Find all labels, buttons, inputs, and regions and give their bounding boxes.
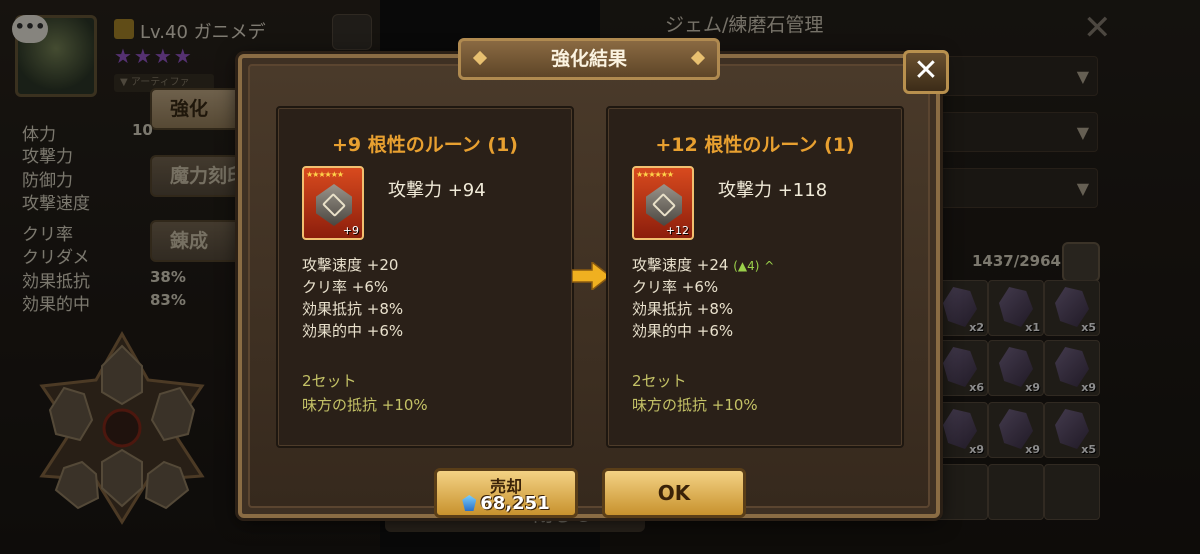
rune-icon-after: ★★★★★★ +12 [632,166,694,240]
upgrade-note: (▲4) [733,259,760,273]
sell-price-value: 68,251 [480,493,550,514]
main-stat-after: 攻撃力 +118 [718,180,828,201]
rune-stars: ★★★★★★ [306,170,344,179]
sub-stat: 効果抵抗 +8% [302,300,404,318]
dialog-close-button[interactable]: ✕ [903,50,949,94]
rune-shape-icon [646,184,682,226]
gem-ornament-icon [472,50,488,66]
ok-label: OK [657,481,691,505]
rune-card-before: +9 根性のルーン (1) ★★★★★★ +9 攻撃力 +94 攻撃速度 +20… [276,106,574,448]
sub-stat: 効果抵抗 +8% [632,300,734,318]
gem-ornament-icon [690,50,706,66]
set-name: 2セット [632,372,687,390]
rune-level-badge: +9 [342,224,359,237]
close-icon: ✕ [913,53,939,88]
crystal-icon [462,495,477,511]
ok-button[interactable]: OK [602,468,746,518]
rune-level-badge: +12 [665,224,689,237]
rune-shape-icon [316,184,352,226]
sub-stat: 効果的中 +6% [302,322,404,340]
sub-stat: クリ率 +6% [632,278,719,296]
sub-stat: 攻撃速度 +20 [302,256,399,274]
sub-stat-text: 攻撃速度 +24 [632,256,729,274]
sub-stat: クリ率 +6% [302,278,389,296]
set-effect: 味方の抵抗 +10% [632,396,758,414]
rune-title-after: +12 根性のルーン (1) [655,134,855,156]
main-stat-before: 攻撃力 +94 [388,180,486,201]
dialog-title-text: 強化結果 [550,48,627,70]
rune-title-before: +9 根性のルーン (1) [331,134,518,156]
sell-price: 68,251 [437,493,575,514]
rune-icon-before: ★★★★★★ +9 [302,166,364,240]
sub-stat: 攻撃速度 +24 (▲4) ^ [632,254,774,275]
sub-stat: 効果的中 +6% [632,322,734,340]
rune-stars: ★★★★★★ [636,170,674,179]
rune-card-after: +12 根性のルーン (1) ★★★★★★ +12 攻撃力 +118 攻撃速度 … [606,106,904,448]
upgrade-caret-icon: ^ [764,259,775,273]
arrow-right-icon [572,262,610,290]
set-name: 2セット [302,372,357,390]
set-effect: 味方の抵抗 +10% [302,396,428,414]
sell-button[interactable]: 売却 68,251 [434,468,578,518]
dialog-title: 強化結果 [458,38,720,80]
